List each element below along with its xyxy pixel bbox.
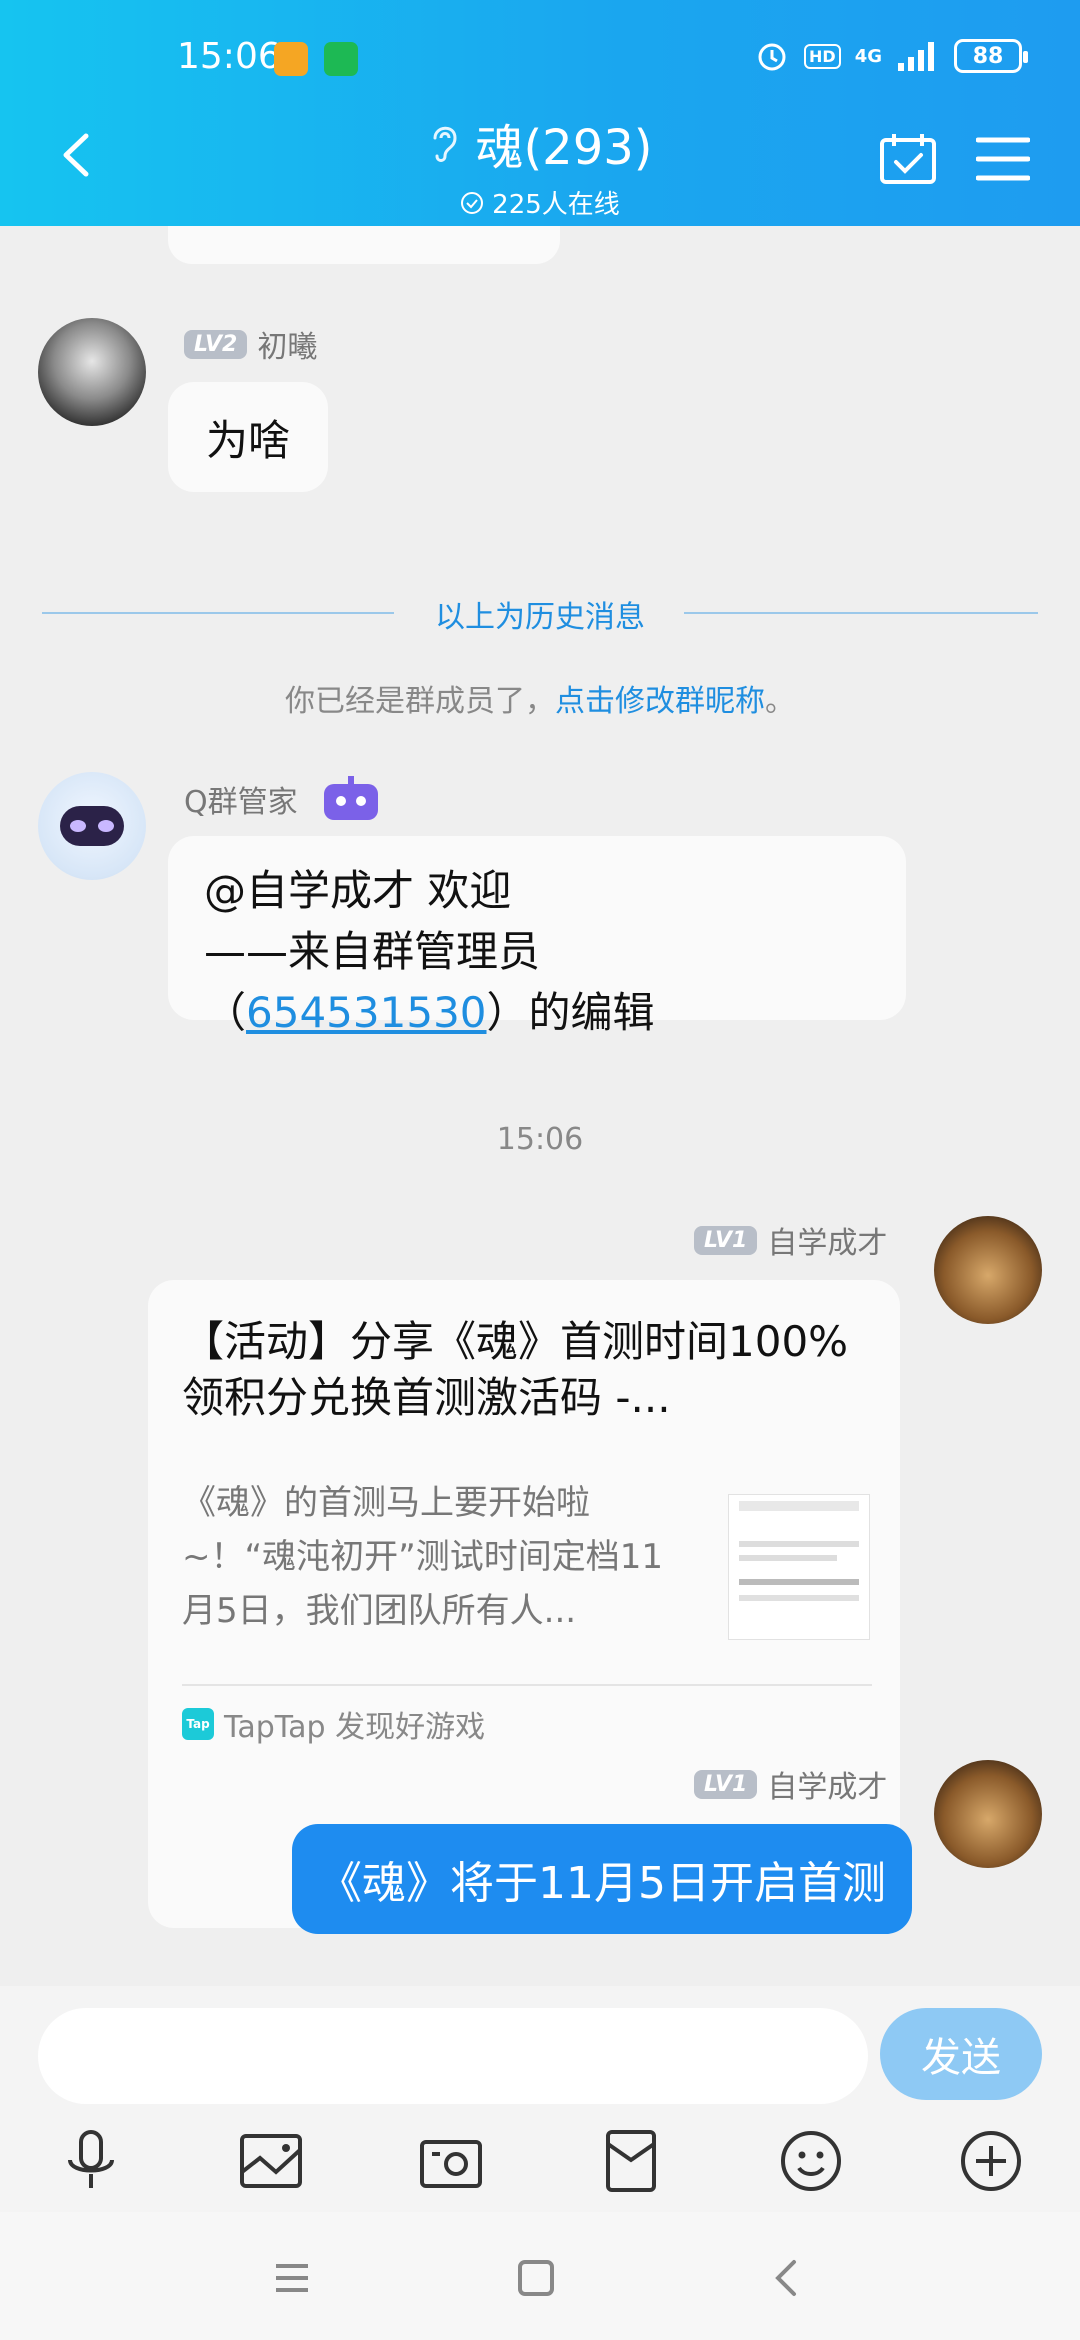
- avatar[interactable]: [934, 1760, 1042, 1868]
- input-bar: 发送: [0, 1986, 1080, 2212]
- sender-name: 初曦: [257, 330, 318, 365]
- emoji-icon[interactable]: [776, 2126, 846, 2196]
- card-divider: [182, 1684, 872, 1686]
- camera-icon[interactable]: [416, 2126, 486, 2196]
- home-icon[interactable]: [512, 2254, 560, 2302]
- send-button[interactable]: 发送: [880, 2008, 1042, 2100]
- sender-name: 自学成才: [767, 1226, 888, 1261]
- status-bar: 15:06 HD 4G 88: [0, 30, 1080, 90]
- message-sender: LV1 自学成才: [694, 1762, 887, 1806]
- battery-indicator: 88: [954, 39, 1028, 73]
- history-divider: 以上为历史消息: [42, 592, 1038, 635]
- robot-badge-icon: [323, 776, 378, 820]
- message-timestamp: 15:06: [496, 1122, 584, 1157]
- notification-app-icon: [274, 42, 308, 76]
- notice-text: 你已经是群成员了，: [285, 684, 555, 719]
- level-badge: LV1: [694, 1225, 758, 1255]
- ear-icon: [433, 126, 457, 162]
- notice-suffix: 。: [765, 684, 795, 719]
- history-divider-label: 以上为历史消息: [435, 600, 645, 635]
- more-plus-icon[interactable]: [956, 2126, 1026, 2196]
- message-sender: LV2 初曦: [184, 322, 317, 366]
- card-source-text: TapTap 发现好游戏: [224, 1710, 486, 1745]
- menu-icon[interactable]: [976, 136, 1030, 182]
- message-line: ——来自群管理员: [204, 927, 541, 976]
- card-thumbnail: [728, 1494, 870, 1640]
- status-indicators: HD 4G 88: [754, 38, 1028, 74]
- message-text: 《魂》将于11月5日开启首测: [318, 1858, 886, 1909]
- taptap-logo-icon: Tap: [182, 1708, 214, 1740]
- network-type: 4G: [854, 45, 882, 67]
- card-source: Tap TapTap 发现好游戏: [182, 1702, 485, 1746]
- group-title: 魂(293): [427, 108, 653, 178]
- message-input[interactable]: [38, 2008, 868, 2104]
- security-shield-icon: [324, 42, 358, 76]
- image-gallery-icon[interactable]: [236, 2126, 306, 2196]
- chat-message-list[interactable]: LV2 初曦 为啥 以上为历史消息 你已经是群成员了，点击修改群昵称。 Q群管家…: [0, 226, 1080, 1986]
- online-count-text: 225人在线: [492, 190, 620, 220]
- chat-header: 15:06 HD 4G 88 魂(293) 225人在线: [0, 0, 1080, 226]
- message-bubble[interactable]: @自学成才 欢迎 ——来自群管理员 （654531530）的编辑: [168, 836, 906, 1037]
- member-notice: 你已经是群成员了，点击修改群昵称。: [0, 676, 1080, 720]
- red-packet-icon[interactable]: [596, 2126, 666, 2196]
- card-description: 《魂》的首测马上要开始啦~！“魂沌初开”测试时间定档11月5日，我们团队所有人.…: [182, 1483, 663, 1631]
- voice-mic-icon[interactable]: [56, 2126, 126, 2196]
- message-line: @自学成才 欢迎: [204, 866, 512, 915]
- message-sender: Q群管家: [184, 776, 380, 822]
- previous-message-bubble: [168, 226, 560, 264]
- message-sender: LV1 自学成才: [694, 1218, 887, 1262]
- status-time: 15:06: [177, 36, 281, 77]
- recent-apps-icon[interactable]: [268, 2254, 316, 2302]
- avatar[interactable]: [934, 1216, 1042, 1324]
- edit-nickname-link[interactable]: 点击修改群昵称: [555, 684, 765, 719]
- hd-badge: HD: [804, 43, 841, 69]
- card-title: 【活动】分享《魂》首测时间100%领积分兑换首测激活码 -...: [182, 1317, 849, 1422]
- sender-name: Q群管家: [184, 785, 298, 820]
- signal-icon: [898, 42, 934, 71]
- message-bubble[interactable]: 为啥: [168, 382, 328, 492]
- online-count: 225人在线: [460, 184, 620, 221]
- online-status-icon: [461, 191, 484, 214]
- bot-avatar[interactable]: [38, 772, 146, 880]
- system-navigation-bar: [0, 2212, 1080, 2340]
- message-line: （654531530）的编辑: [204, 988, 655, 1037]
- level-badge: LV2: [184, 329, 248, 359]
- alarm-icon: [758, 43, 786, 71]
- message-text: 为啥: [205, 415, 290, 465]
- avatar[interactable]: [38, 318, 146, 426]
- qq-number-link[interactable]: 654531530: [246, 988, 487, 1037]
- nav-back-icon[interactable]: [764, 2254, 812, 2302]
- robot-face-icon: [60, 806, 124, 846]
- level-badge: LV1: [694, 1769, 758, 1799]
- message-bubble-self[interactable]: 《魂》将于11月5日开启首测: [292, 1824, 912, 1934]
- calendar-checkin-icon[interactable]: [878, 130, 938, 186]
- sender-name: 自学成才: [767, 1770, 888, 1805]
- group-name: 魂(293): [475, 120, 653, 176]
